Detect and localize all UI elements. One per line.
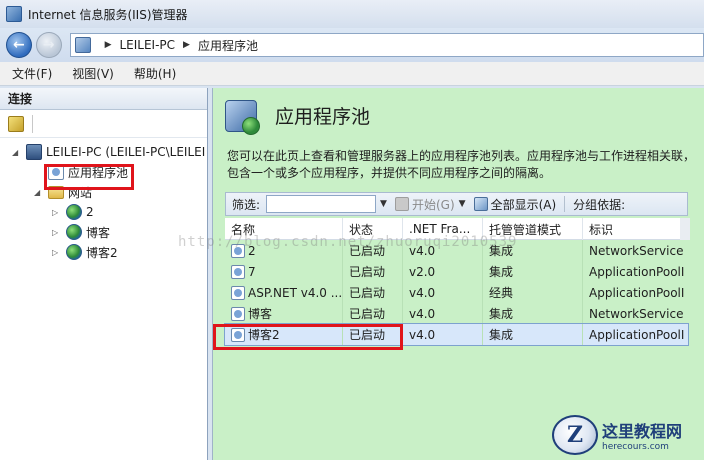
highlight-box	[213, 324, 403, 350]
cell-pipeline: 集成	[483, 324, 583, 345]
connections-toolbar	[0, 110, 207, 138]
highlight-box	[44, 164, 134, 190]
breadcrumb-app-pools[interactable]: 应用程序池	[198, 37, 258, 54]
column-header-identity[interactable]: 标识	[583, 218, 688, 240]
back-button[interactable]: ←	[6, 32, 32, 58]
connections-tree: ◢ LEILEI-PC (LEILEI-PC\LEILEI 应用程序池 ◢ 网站…	[0, 138, 207, 260]
cell-status: 已启动	[343, 261, 403, 282]
cell-identity: ApplicationPoolI	[589, 327, 685, 342]
server-icon	[26, 144, 42, 160]
cell-pipeline: 集成	[483, 303, 583, 324]
cell-dotnet: v4.0	[403, 303, 483, 324]
tree-item-site-blog2[interactable]: ▷ 博客2	[52, 242, 118, 262]
site-label: 博客	[86, 225, 111, 240]
app-pool-icon	[231, 285, 245, 300]
table-row[interactable]: 7 已启动 v2.0 集成 ApplicationPoolI	[225, 261, 688, 282]
cell-dotnet: v4.0	[403, 324, 483, 345]
go-label: 开始(G)	[411, 197, 455, 212]
tree-item-server[interactable]: ◢ LEILEI-PC (LEILEI-PC\LEILEI	[12, 142, 205, 162]
page-title: 应用程序池	[275, 106, 371, 128]
cell-identity: ApplicationPoolI	[589, 285, 685, 300]
menu-file[interactable]: 文件(F)	[12, 65, 52, 82]
cell-dotnet: v4.0	[403, 282, 483, 303]
cell-name: 博客	[225, 303, 343, 324]
forward-button[interactable]: →	[35, 32, 62, 58]
menu-help[interactable]: 帮助(H)	[134, 65, 176, 82]
watermark: http://blog.csdn.net/zhuoruqi2010539	[178, 234, 518, 250]
filter-bar: 筛选: ▼ 开始(G) ▼ 全部显示(A) 分组依据:	[225, 192, 688, 216]
cell-name: 7	[225, 261, 343, 282]
app-pool-icon	[231, 264, 245, 279]
site-brand: Z 这里教程网 herecours.com	[552, 410, 704, 460]
window-title: Internet 信息服务(IIS)管理器	[28, 7, 188, 22]
tree-item-site-2[interactable]: ▷ 2	[52, 202, 94, 222]
collapse-icon[interactable]: ◢	[34, 188, 44, 197]
cell-identity: ApplicationPoolI	[589, 264, 685, 279]
cell-pipeline: 集成	[483, 261, 583, 282]
cell-status: 已启动	[343, 282, 403, 303]
cell-name-text: ASP.NET v4.0 ...	[248, 285, 343, 300]
page-description: 您可以在此页上查看和管理服务器上的应用程序池列表。应用程序池与工作进程相关联，包…	[227, 149, 696, 180]
show-all-button[interactable]: 全部显示(A)	[473, 196, 557, 213]
connections-header: 连接	[0, 88, 207, 110]
go-button[interactable]: 开始(G)	[394, 196, 455, 213]
menu-view[interactable]: 视图(V)	[72, 65, 114, 82]
tree-item-server-label: LEILEI-PC (LEILEI-PC\LEILEI	[46, 145, 206, 159]
group-by-label: 分组依据:	[573, 197, 626, 212]
cell-name: ASP.NET v4.0 ...	[225, 282, 343, 303]
toolbar-divider	[32, 114, 33, 133]
table-row[interactable]: ASP.NET v4.0 ... 已启动 v4.0 经典 Application…	[225, 282, 688, 303]
globe-icon	[66, 244, 82, 260]
breadcrumb-server[interactable]: LEILEI-PC	[119, 38, 175, 52]
connect-icon[interactable]	[8, 115, 24, 132]
brand-logo: Z	[552, 415, 598, 455]
cell-identity: NetworkService	[589, 243, 684, 258]
show-all-label: 全部显示(A)	[490, 197, 557, 212]
scrollbar[interactable]	[680, 218, 690, 240]
expand-icon[interactable]: ▷	[52, 228, 62, 237]
site-label: 博客2	[86, 245, 118, 260]
globe-icon	[66, 224, 82, 240]
title-bar: Internet 信息服务(IIS)管理器	[0, 0, 704, 28]
connections-pane: 连接 ◢ LEILEI-PC (LEILEI-PC\LEILEI 应用程序池 ◢…	[0, 88, 208, 460]
iis-location-icon	[74, 37, 91, 53]
filter-input[interactable]	[266, 195, 377, 213]
menu-bar: 文件(F) 视图(V) 帮助(H)	[0, 62, 704, 86]
expand-icon[interactable]: ▷	[52, 248, 62, 257]
tree-item-site-blog[interactable]: ▷ 博客	[52, 222, 110, 242]
expand-icon[interactable]: ▷	[52, 208, 62, 217]
brand-name: 这里教程网	[602, 422, 683, 441]
iis-app-icon	[6, 6, 22, 22]
app-pools-feature-icon	[225, 100, 260, 135]
cell-status: 已启动	[343, 303, 403, 324]
collapse-icon[interactable]: ◢	[12, 148, 22, 157]
show-all-icon	[473, 197, 488, 211]
filter-label: 筛选:	[232, 197, 261, 212]
brand-url: herecours.com	[602, 442, 669, 452]
app-pool-icon	[231, 306, 245, 321]
cell-dotnet: v2.0	[403, 261, 483, 282]
brand-text: 这里教程网 herecours.com	[602, 418, 682, 452]
chevron-right-icon[interactable]: ▶	[183, 40, 190, 50]
chevron-down-icon[interactable]: ▼	[380, 199, 387, 209]
address-bar: ← → ▶ LEILEI-PC ▶ 应用程序池	[0, 28, 704, 62]
cell-name-text: 7	[248, 264, 256, 279]
binoculars-icon	[394, 197, 409, 211]
app-pools-pane: 应用程序池 您可以在此页上查看和管理服务器上的应用程序池列表。应用程序池与工作进…	[212, 88, 704, 460]
chevron-right-icon[interactable]: ▶	[105, 40, 112, 50]
breadcrumb[interactable]: ▶ LEILEI-PC ▶ 应用程序池	[69, 33, 704, 57]
cell-pipeline: 经典	[483, 282, 583, 303]
table-row[interactable]: 博客 已启动 v4.0 集成 NetworkService	[225, 303, 688, 324]
cell-identity: NetworkService	[589, 306, 684, 321]
globe-icon	[66, 204, 82, 220]
cell-name-text: 博客	[248, 307, 273, 321]
site-label: 2	[86, 205, 94, 219]
chevron-down-icon[interactable]: ▼	[459, 199, 466, 209]
toolbar-divider	[564, 196, 566, 212]
